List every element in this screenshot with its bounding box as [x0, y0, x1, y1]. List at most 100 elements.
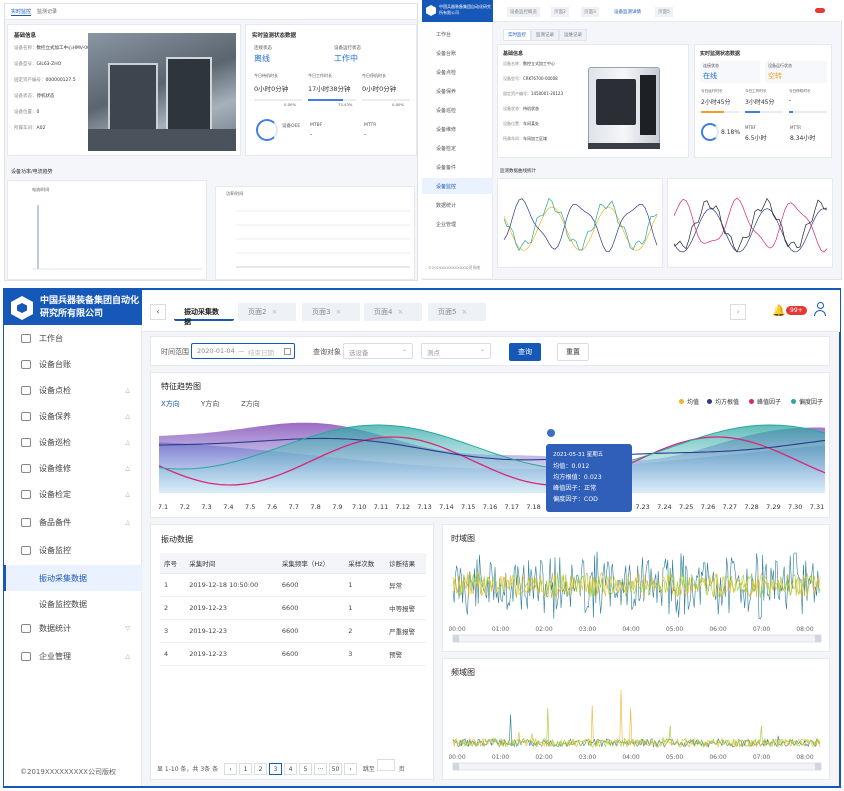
left-basic-row: 设备名称：数控立式加工中心HMV-0003: [14, 45, 94, 61]
nav-item[interactable]: 设备维修 △: [4, 455, 142, 481]
table-row[interactable]: 2 2019-12-23 6600 1 中等报警: [160, 596, 426, 620]
page-number[interactable]: 50: [329, 763, 342, 775]
tabs-forward-button[interactable]: ›: [730, 304, 746, 320]
slider-handle-right[interactable]: [815, 763, 821, 770]
close-icon[interactable]: ×: [335, 308, 341, 316]
mini-nav-item[interactable]: 数据统计: [422, 197, 493, 213]
left-metric-value: 17小时38分钟: [308, 85, 351, 93]
nav-item[interactable]: 设备保养 △: [4, 403, 142, 429]
tooltip-line: 均值：0.012: [553, 463, 590, 470]
date-from: 2020-01-04: [197, 347, 235, 355]
table-row[interactable]: 3 2019-12-23 6600 2 严重报警: [160, 619, 426, 643]
bell-icon[interactable]: 🔔: [772, 304, 786, 317]
left-metric-value: 0小时0分钟: [254, 85, 289, 93]
mini-page-tab[interactable]: 页面2: [551, 7, 569, 17]
close-icon[interactable]: ×: [397, 308, 403, 316]
zoom-slider[interactable]: [452, 634, 822, 643]
page-tab[interactable]: 振动采集数据: [174, 303, 234, 326]
user-icon[interactable]: [814, 302, 826, 316]
close-icon[interactable]: ×: [271, 308, 277, 316]
mini-subtab[interactable]: 实时监控: [503, 29, 531, 41]
table-row[interactable]: 1 2019-12-18 10:50:00 6600 1 异常: [160, 573, 426, 597]
page-number[interactable]: 5: [299, 763, 312, 775]
mini-page-tab[interactable]: 页面5: [655, 7, 673, 17]
nav-item[interactable]: 企业管理 △: [4, 643, 142, 669]
tabs-back-button[interactable]: ‹: [150, 304, 166, 320]
goto-label: 跳至: [362, 766, 375, 773]
mini-basic-label: 设备位置：: [503, 121, 523, 126]
nav-item[interactable]: 设备台账: [4, 351, 142, 377]
nav-item[interactable]: 工作台: [4, 325, 142, 351]
point-select[interactable]: 测点 ⌄: [421, 343, 491, 359]
nav-item[interactable]: 设备点检 △: [4, 377, 142, 403]
page-number[interactable]: 1: [239, 763, 252, 775]
mini-page-tab[interactable]: 设备监控概览: [507, 7, 540, 17]
mini-nav-item[interactable]: 设备监控: [422, 178, 493, 194]
mini-nav-item[interactable]: 设备保养: [422, 83, 493, 99]
zoom-slider[interactable]: [452, 762, 822, 771]
mini-nav-item[interactable]: 企业管理: [422, 216, 493, 232]
table-cell: 6600: [277, 573, 345, 597]
nav-item[interactable]: 振动采集数据: [4, 565, 142, 591]
legend-item: 均值: [679, 397, 699, 406]
calendar-icon: [284, 348, 291, 355]
mini-nav-label: 设备维修: [436, 126, 457, 133]
pager-next[interactable]: ›: [344, 763, 357, 775]
page-tab[interactable]: 页面5 ×: [428, 303, 486, 321]
slider-handle-left[interactable]: [453, 763, 459, 770]
page-tab[interactable]: 页面3 ×: [302, 303, 360, 321]
page-tab-label: 页面4: [374, 308, 393, 316]
left-tab-realtime[interactable]: 实时监控: [11, 8, 32, 16]
mini-nav-item[interactable]: 设备点检: [422, 64, 493, 80]
mini-nav-item[interactable]: 设备维修: [422, 121, 493, 137]
slider-handle-right[interactable]: [815, 635, 821, 642]
nav-item[interactable]: 数据统计 ▽: [4, 615, 142, 641]
nav-item[interactable]: 设备检定 △: [4, 481, 142, 507]
nav-item[interactable]: 设备监控数据: [4, 591, 142, 617]
slider-handle-left[interactable]: [453, 635, 459, 642]
left-basic-label: 设备位置：: [14, 110, 37, 115]
page-number[interactable]: 3: [269, 763, 282, 775]
nav-item[interactable]: 设备巡检 △: [4, 429, 142, 455]
page-tab[interactable]: 页面2 ×: [238, 303, 296, 321]
mini-metric-label: 今日运行时长: [701, 89, 723, 93]
direction-tab[interactable]: X方向: [161, 399, 180, 409]
mini-subtab[interactable]: 监测记录: [531, 29, 559, 41]
nav-item[interactable]: 备品备件 △: [4, 509, 142, 535]
range-label: 时间范围: [161, 348, 189, 356]
mini-page-tab[interactable]: 页面3: [581, 7, 599, 17]
left-basic-row: 设备位置：0: [14, 109, 94, 125]
mini-nav-item[interactable]: 设备备件: [422, 159, 493, 175]
pager-prev[interactable]: ‹: [224, 763, 237, 775]
x-tick-label: 03:00: [579, 754, 596, 761]
page-number[interactable]: 2: [254, 763, 267, 775]
mini-page-tab[interactable]: 设备监测详情: [611, 7, 644, 17]
nav-item[interactable]: 设备监控: [4, 537, 142, 563]
left-oee-gauge: [256, 119, 278, 141]
close-icon[interactable]: ×: [461, 308, 467, 316]
date-range-input[interactable]: 2020-01-04 — 结束日期: [191, 343, 295, 359]
page-number[interactable]: ···: [314, 763, 327, 775]
goto-input[interactable]: [376, 759, 395, 771]
page-number[interactable]: 4: [284, 763, 297, 775]
mini-nav-item[interactable]: 设备巡检: [422, 102, 493, 118]
mini-nav-label: 工作台: [436, 31, 452, 38]
mini-nav-item[interactable]: 设备台账: [422, 45, 493, 61]
table-row[interactable]: 4 2019-12-23 6600 3 预警: [160, 642, 426, 666]
x-tick-label: 07:00: [753, 754, 770, 761]
mini-mttr-value: 8.34小时: [790, 135, 816, 142]
left-tab-records[interactable]: 监测记录: [37, 8, 57, 15]
mini-oee-gauge: [701, 123, 719, 141]
direction-tab[interactable]: Y方向: [201, 399, 219, 409]
page-tab[interactable]: 页面4 ×: [364, 303, 422, 321]
query-button[interactable]: 查询: [509, 343, 541, 361]
mini-subtab[interactable]: 运维记录: [559, 29, 587, 41]
reset-button[interactable]: 重置: [557, 343, 589, 361]
mini-nav-item[interactable]: 设备检定: [422, 140, 493, 156]
device-select[interactable]: 选设备 ⌄: [343, 343, 413, 359]
mini-conn-label: 连接状态: [703, 63, 719, 68]
machine-photo: [88, 33, 236, 151]
nav-icon: [21, 517, 31, 527]
direction-tab[interactable]: Z方向: [241, 399, 260, 409]
mini-nav-item[interactable]: 工作台: [422, 26, 493, 42]
